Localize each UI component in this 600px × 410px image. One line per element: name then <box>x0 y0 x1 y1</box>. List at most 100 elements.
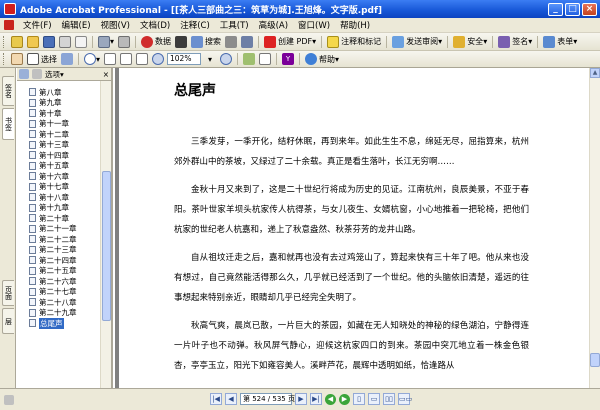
secure-button[interactable]: 数据 <box>140 35 172 49</box>
bookmark-scroll-thumb[interactable] <box>102 171 111 321</box>
bookmark-item[interactable]: 第九章 <box>17 98 101 109</box>
tool-b-icon[interactable] <box>240 35 254 49</box>
new-bookmark-icon[interactable] <box>32 69 42 79</box>
bookmark-label: 第十八章 <box>39 192 69 202</box>
facing-icon[interactable]: ▯▯ <box>383 393 395 405</box>
bookmark-item[interactable]: 第十七章 <box>17 182 101 193</box>
actual-size-icon[interactable] <box>103 52 117 66</box>
previous-page-button[interactable]: ◀ <box>225 393 237 405</box>
forms-button[interactable]: 表单 ▾ <box>542 35 578 49</box>
tab-bookmarks[interactable]: 书签 <box>2 108 14 140</box>
fit-page-icon[interactable] <box>119 52 133 66</box>
bookmark-item[interactable]: 第十九章 <box>17 203 101 214</box>
comment-markup-button[interactable]: 注释和标记 <box>326 35 382 49</box>
send-review-button[interactable]: 发送审阅 ▾ <box>391 35 443 49</box>
menu-comments[interactable]: 注释(C) <box>175 19 215 31</box>
bookmark-item[interactable]: 第十四章 <box>17 150 101 161</box>
page-icon[interactable] <box>258 52 272 66</box>
bookmark-item[interactable]: 第二十七章 <box>17 287 101 298</box>
menu-view[interactable]: 视图(V) <box>96 19 135 31</box>
delete-bookmark-icon[interactable] <box>19 69 29 79</box>
zoom-out-icon[interactable] <box>151 52 165 66</box>
continuous-facing-icon[interactable]: ▭▭ <box>398 393 412 405</box>
save-icon[interactable] <box>42 35 56 49</box>
scroll-up-icon[interactable]: ▲ <box>590 68 600 78</box>
bookmark-icon <box>29 277 36 286</box>
options-menu[interactable]: 选项▾ <box>45 69 64 80</box>
bookmark-item[interactable]: 第十一章 <box>17 119 101 130</box>
bookmark-item[interactable]: 第八章 <box>17 87 101 98</box>
bookmark-item[interactable]: 总尾声 <box>17 317 101 329</box>
attach-icon[interactable] <box>117 35 131 49</box>
toolbar-grip[interactable] <box>3 35 6 48</box>
bookmark-item[interactable]: 第十章 <box>17 108 101 119</box>
help-button[interactable]: 帮助 ▾ <box>304 52 340 66</box>
menu-file[interactable]: 文件(F) <box>18 19 57 31</box>
email-icon[interactable] <box>74 35 88 49</box>
select-tool-button[interactable]: 选择 <box>26 52 58 66</box>
bookmark-item[interactable]: 第二十三章 <box>17 245 101 256</box>
tool-a-icon[interactable] <box>224 35 238 49</box>
fit-width-icon[interactable] <box>135 52 149 66</box>
print-icon[interactable] <box>58 35 72 49</box>
first-page-button[interactable]: |◀ <box>210 393 222 405</box>
document-view[interactable]: 总尾声 三季发芽，一季开化，结籽休眠，再到来年。如此生生不息，绵延无尽，屈指算来… <box>115 68 589 388</box>
bookmark-icon <box>29 98 36 107</box>
text-cursor-icon <box>27 53 39 65</box>
close-button[interactable]: × <box>582 2 597 16</box>
bookmark-item[interactable]: 第十二章 <box>17 129 101 140</box>
binoculars-icon[interactable] <box>174 35 188 49</box>
stamp-icon[interactable]: ▾ <box>97 35 115 49</box>
previous-view-icon[interactable]: ◀ <box>325 393 336 405</box>
bookmark-item[interactable]: 第二十章 <box>17 213 101 224</box>
bookmark-item[interactable]: 第二十五章 <box>17 266 101 277</box>
menu-window[interactable]: 窗口(W) <box>293 19 335 31</box>
snapshot-icon[interactable] <box>60 52 74 66</box>
menu-advanced[interactable]: 高级(A) <box>254 19 293 31</box>
bookmark-item[interactable]: 第二十六章 <box>17 276 101 287</box>
create-icon[interactable] <box>10 35 24 49</box>
next-view-icon[interactable]: ▶ <box>339 393 350 405</box>
continuous-icon[interactable]: ▭ <box>368 393 380 405</box>
menu-tools[interactable]: 工具(T) <box>215 19 254 31</box>
menu-help[interactable]: 帮助(H) <box>335 19 375 31</box>
maximize-button[interactable]: □ <box>565 2 580 16</box>
single-page-icon[interactable]: ▯ <box>353 393 365 405</box>
panel-close-icon[interactable]: × <box>103 70 109 79</box>
sign-button[interactable]: 签名 ▾ <box>497 35 533 49</box>
zoom-level-field[interactable]: 102% <box>167 53 202 65</box>
bookmark-item[interactable]: 第十六章 <box>17 171 101 182</box>
tab-signatures[interactable]: 签名 <box>2 76 14 106</box>
document-menu-icon[interactable] <box>4 20 14 30</box>
zoom-dropdown-icon[interactable]: ▾ <box>203 52 217 66</box>
hand-tool-icon[interactable] <box>10 52 24 66</box>
open-folder-icon[interactable] <box>26 35 40 49</box>
bookmark-scrollbar[interactable] <box>100 81 111 388</box>
tab-layers[interactable]: 层 <box>2 308 14 334</box>
toolbar-grip-2[interactable] <box>3 53 6 65</box>
search-button[interactable]: 搜索 <box>190 35 222 49</box>
bookmark-item[interactable]: 第十三章 <box>17 140 101 151</box>
zoom-plus-icon[interactable] <box>219 52 233 66</box>
zoom-in-icon[interactable]: ▾ <box>83 52 101 66</box>
minimize-button[interactable]: _ <box>548 2 563 16</box>
rotate-icon[interactable] <box>242 52 256 66</box>
last-page-button[interactable]: ▶| <box>310 393 322 405</box>
menu-edit[interactable]: 编辑(E) <box>57 19 96 31</box>
create-pdf-button[interactable]: 创建 PDF ▾ <box>263 35 317 49</box>
bookmark-item[interactable]: 第二十八章 <box>17 297 101 308</box>
security-button[interactable]: 安全 ▾ <box>452 35 488 49</box>
bookmark-item[interactable]: 第二十九章 <box>17 308 101 319</box>
tab-pages[interactable]: 页面 <box>2 280 14 306</box>
bookmark-item[interactable]: 第二十一章 <box>17 224 101 235</box>
page-number-field[interactable]: 第 524 / 535 页 <box>240 393 295 405</box>
bookmark-item[interactable]: 第十八章 <box>17 192 101 203</box>
document-scroll-thumb[interactable] <box>590 353 600 367</box>
bookmark-item[interactable]: 第二十二章 <box>17 234 101 245</box>
yahoo-icon[interactable]: Y <box>281 52 295 66</box>
document-scrollbar[interactable]: ▲ <box>589 68 600 388</box>
menu-document[interactable]: 文档(D) <box>135 19 175 31</box>
next-page-button[interactable]: ▶ <box>295 393 307 405</box>
bookmark-item[interactable]: 第二十四章 <box>17 255 101 266</box>
bookmark-item[interactable]: 第十五章 <box>17 161 101 172</box>
